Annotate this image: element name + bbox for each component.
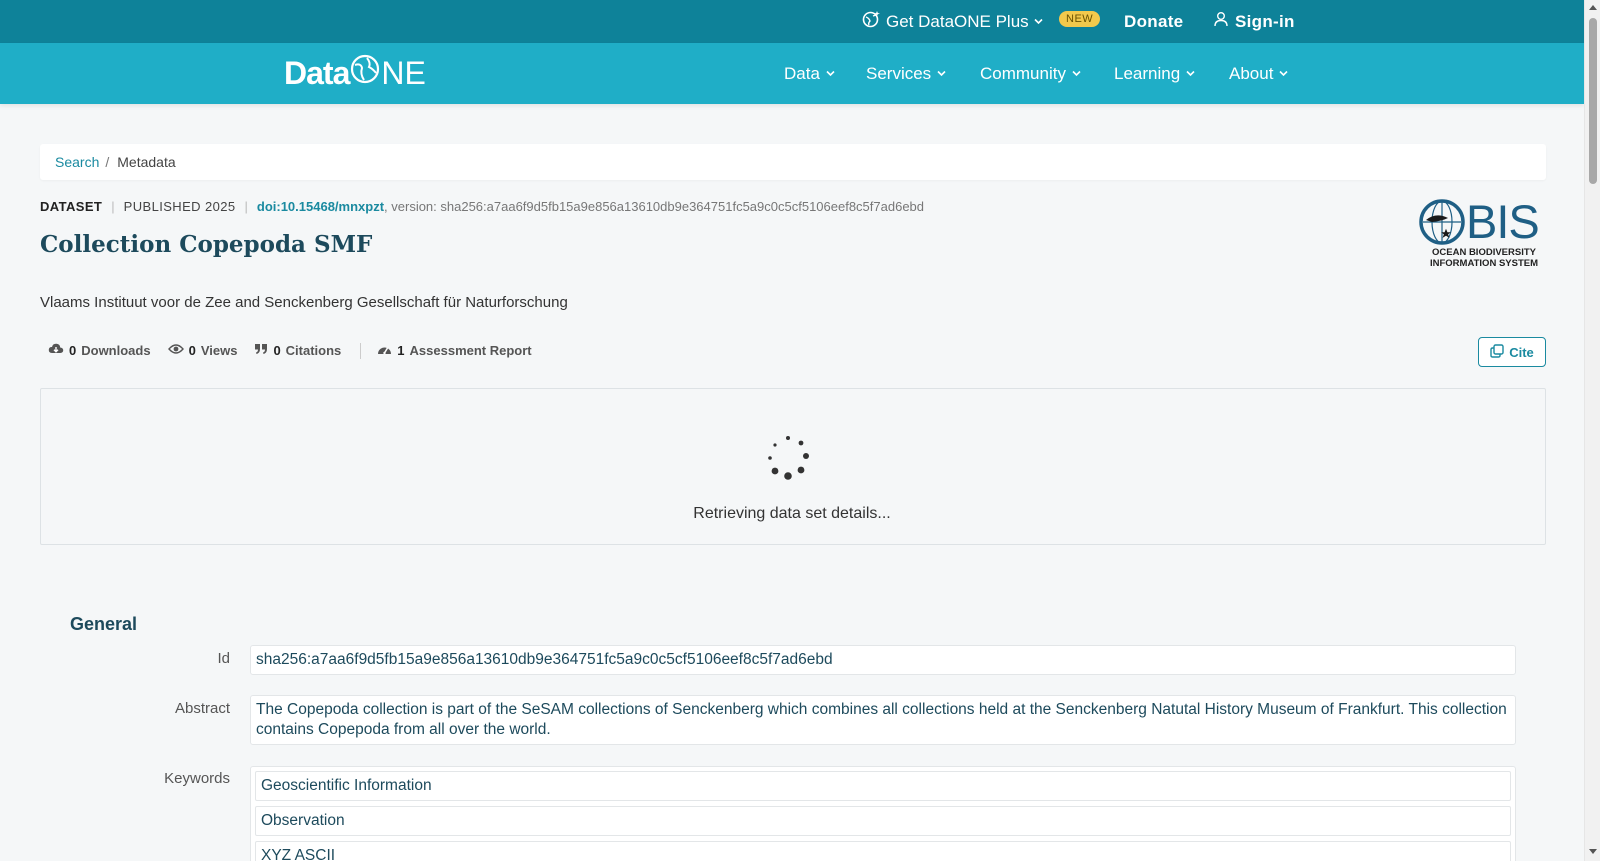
metrics-bar: 0 Downloads 0 Views 0 Citations 1 Assess… (48, 342, 549, 359)
keyword-item: Geoscientific Information (255, 771, 1511, 801)
meta-divider: | (111, 199, 115, 214)
globe-sparkle-icon (862, 10, 880, 33)
loading-text: Retrieving data set details... (693, 505, 891, 522)
views-metric[interactable]: 0 Views (167, 343, 238, 358)
chevron-down-icon (1278, 64, 1289, 84)
breadcrumb-search-link[interactable]: Search (55, 154, 99, 170)
logo-text-one: NE (381, 54, 426, 91)
breadcrumb: Search / Metadata (40, 144, 1546, 180)
page-scrollbar[interactable] (1584, 0, 1600, 861)
main-navigation: Data NE Data Services Community Learning… (0, 43, 1584, 104)
get-dataone-plus-label: Get DataONE Plus (886, 11, 1029, 31)
downloads-count: 0 (69, 343, 77, 358)
dataset-meta-line: DATASET | PUBLISHED 2025 | doi:10.15468/… (40, 199, 924, 214)
donate-link[interactable]: Donate (1124, 0, 1183, 43)
quote-icon (254, 343, 268, 358)
citations-label: Citations (285, 343, 342, 358)
nav-about[interactable]: About (1229, 43, 1289, 104)
id-value: sha256:a7aa6f9d5fb15a9e856a13610db9e3647… (250, 645, 1516, 675)
nav-community[interactable]: Community (980, 43, 1082, 104)
chevron-down-icon (1185, 64, 1196, 84)
meta-divider: | (244, 199, 248, 214)
scrollbar-thumb[interactable] (1589, 18, 1597, 184)
logo-text-data: Data (284, 54, 350, 91)
user-icon (1213, 11, 1229, 32)
nav-data-label: Data (784, 63, 820, 83)
chevron-down-icon (1033, 12, 1044, 32)
nav-data[interactable]: Data (784, 43, 836, 104)
nav-services-label: Services (866, 63, 932, 83)
loading-spinner-icon (768, 436, 809, 480)
cite-label: Cite (1509, 344, 1534, 360)
globe-icon (350, 54, 380, 92)
breadcrumb-separator: / (105, 154, 110, 170)
dataset-authors: Vlaams Instituut voor de Zee and Sencken… (40, 294, 568, 311)
obis-subtitle-line2: INFORMATION SYSTEM (1429, 258, 1539, 269)
metrics-divider (360, 342, 362, 359)
obis-subtitle: OCEAN BIODIVERSITY INFORMATION SYSTEM (1422, 247, 1546, 269)
abstract-value: The Copepoda collection is part of the S… (250, 695, 1516, 745)
sign-in-label: Sign-in (1235, 11, 1295, 31)
keyword-item: Observation (255, 806, 1511, 836)
get-dataone-plus-menu[interactable]: Get DataONE Plus (862, 0, 1044, 43)
chevron-down-icon (936, 64, 947, 84)
general-section-title: General (70, 614, 138, 634)
eye-icon (167, 343, 184, 358)
abstract-label: Abstract (174, 700, 230, 717)
nav-community-label: Community (980, 63, 1066, 83)
new-badge: NEW (1059, 11, 1101, 27)
top-bar: Get DataONE Plus NEW Donate Sign-in (0, 0, 1584, 43)
chevron-down-icon (1071, 64, 1082, 84)
id-label: Id (217, 650, 230, 667)
citations-count: 0 (273, 343, 281, 358)
assessment-label: Assessment Report (409, 343, 532, 358)
nav-learning[interactable]: Learning (1114, 43, 1196, 104)
scroll-up-arrow-icon[interactable] (1589, 5, 1597, 10)
citations-metric[interactable]: 0 Citations (254, 343, 341, 358)
dataone-logo[interactable]: Data NE (284, 53, 426, 93)
obis-globe-icon (1419, 199, 1465, 245)
keyword-item: XYZ ASCII (255, 841, 1511, 861)
downloads-metric[interactable]: 0 Downloads (48, 342, 151, 359)
views-count: 0 (188, 343, 196, 358)
nav-services[interactable]: Services (866, 43, 947, 104)
scroll-down-arrow-icon[interactable] (1589, 849, 1597, 854)
copy-icon (1490, 343, 1504, 361)
sign-in-link[interactable]: Sign-in (1213, 0, 1295, 43)
nav-learning-label: Learning (1114, 63, 1181, 83)
dataset-type: DATASET (40, 199, 103, 214)
assessment-metric[interactable]: 1 Assessment Report (377, 343, 532, 359)
views-label: Views (200, 343, 238, 358)
obis-wordmark: BIS (1466, 195, 1540, 248)
cite-button[interactable]: Cite (1478, 337, 1546, 367)
published-year: PUBLISHED 2025 (123, 199, 236, 214)
assessment-count: 1 (397, 343, 405, 358)
obis-subtitle-line1: OCEAN BIODIVERSITY (1432, 247, 1536, 258)
downloads-label: Downloads (81, 343, 151, 358)
doi-link[interactable]: doi:10.15468/mnxpzt (257, 199, 384, 214)
chevron-down-icon (825, 64, 836, 84)
version-text: , version: sha256:a7aa6f9d5fb15a9e856a13… (384, 199, 925, 214)
nav-about-label: About (1229, 63, 1274, 83)
breadcrumb-current: Metadata (117, 154, 176, 170)
keywords-label: Keywords (164, 770, 230, 787)
gauge-icon (377, 343, 392, 359)
cloud-download-icon (48, 342, 64, 359)
obis-logo: BIS OCEAN BIODIVERSITY INFORMATION SYSTE… (1418, 198, 1546, 274)
dataset-title: Collection Copepoda SMF (40, 231, 373, 258)
keywords-list: Geoscientific Information Observation XY… (250, 766, 1516, 861)
